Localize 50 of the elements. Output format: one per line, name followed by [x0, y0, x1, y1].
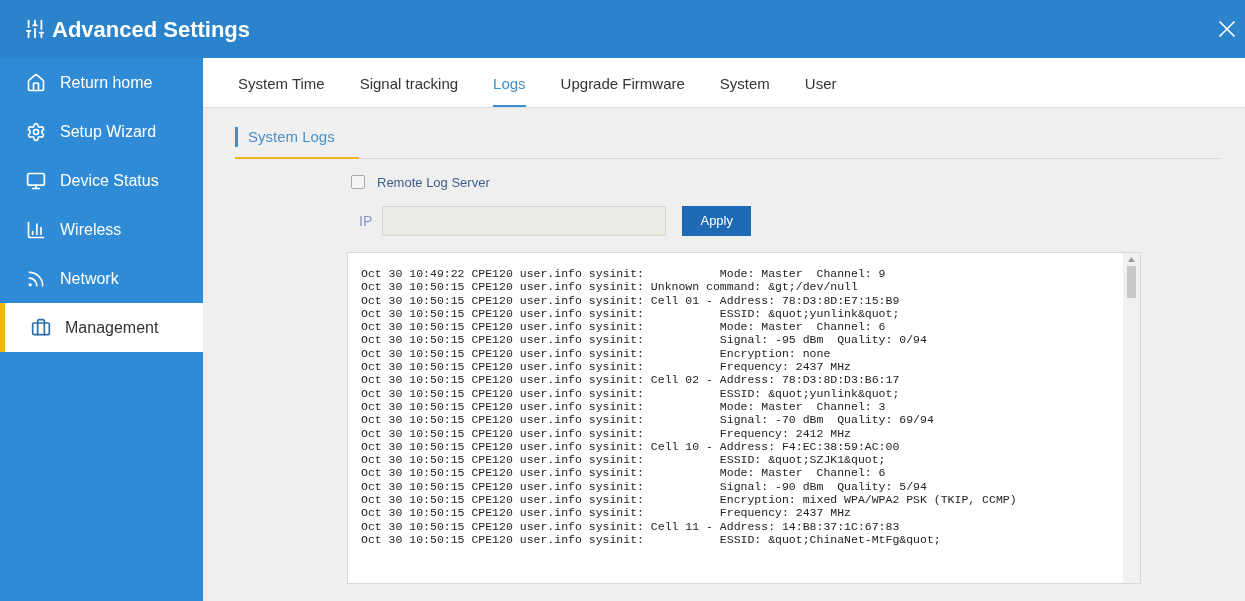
briefcase-icon — [31, 317, 51, 338]
log-line: Oct 30 10:50:15 CPE120 user.info sysinit: ESSID: &quot;yunlink&quot; — [361, 306, 900, 321]
log-line: Oct 30 10:50:15 CPE120 user.info sysinit: Encryption: none — [361, 346, 831, 361]
log-line: Oct 30 10:50:15 CPE120 user.info sysinit: Cell 01 - Address: 78:D3:8D:E7:15:B9 — [361, 293, 900, 307]
log-line: Oct 30 10:50:15 CPE120 user.info sysinit: Encryption: mixed WPA/WPA2 PSK (TKIP, CCMP) — [361, 493, 1017, 507]
log-box[interactable] — [347, 252, 1141, 584]
tab[interactable]: System Time — [238, 72, 325, 107]
monitor-icon — [26, 170, 46, 191]
tab[interactable]: Upgrade Firmware — [560, 72, 685, 107]
log-line: Oct 30 10:50:15 CPE120 user.info sysinit: Frequency: 2437 MHz — [361, 506, 851, 520]
log-line: Oct 30 10:50:15 CPE120 user.info sysinit: Mode: Master Channel: 6 — [361, 466, 886, 480]
signal-bars-icon — [26, 219, 46, 240]
log-line: Oct 30 10:50:15 CPE120 user.info sysinit: Cell 02 - Address: 78:D3:8D:D3:B6:17 — [361, 373, 900, 387]
log-line: Oct 30 10:50:15 CPE120 user.info sysinit: ESSID: &quot;yunlink&quot; — [361, 386, 900, 400]
sidebar-item[interactable]: Wireless — [0, 205, 203, 254]
scrollbar-thumb[interactable] — [1127, 266, 1136, 298]
sidebar-item[interactable]: Network — [0, 254, 203, 303]
log-line: Oct 30 10:50:15 CPE120 user.info sysinit: ESSID: &quot;ChinaNet-MtFg&quot; — [361, 532, 941, 547]
tab[interactable]: Logs — [493, 72, 526, 107]
house-icon — [26, 72, 46, 93]
gear-icon — [26, 121, 46, 142]
log-line: Oct 30 10:50:15 CPE120 user.info sysinit: Frequency: 2412 MHz — [361, 426, 851, 440]
window-title: Advanced Settings — [52, 15, 251, 44]
tab[interactable]: User — [804, 72, 837, 107]
log-line: Oct 30 10:50:15 CPE120 user.info sysinit: ESSID: &quot;SZJK1&quot; — [361, 453, 886, 467]
log-line: Oct 30 10:50:15 CPE120 user.info sysinit: Frequency: 2437 MHz — [361, 360, 851, 374]
section-title: System Logs — [248, 127, 335, 147]
sliders-icon — [24, 18, 46, 40]
sidebar-item[interactable]: Setup Wizard — [0, 107, 203, 156]
log-line: Oct 30 10:50:15 CPE120 user.info sysinit: Mode: Master Channel: 6 — [361, 320, 886, 334]
log-line: Oct 30 10:50:15 CPE120 user.info sysinit: Signal: -70 dBm Quality: 69/94 — [361, 413, 934, 427]
sidebar-item[interactable]: Management — [0, 303, 203, 352]
checkbox-label: Remote Log Server — [377, 173, 490, 192]
tab[interactable]: System — [719, 72, 770, 107]
ip-label: IP — [359, 211, 373, 231]
log-line: Oct 30 10:50:15 CPE120 user.info sysinit: Signal: -95 dBm Quality: 0/94 — [361, 333, 927, 347]
log-line: Oct 30 10:50:15 CPE120 user.info sysinit: Mode: Master Channel: 3 — [361, 399, 886, 414]
sidebar-item[interactable]: Device Status — [0, 156, 203, 205]
sidebar-item[interactable]: Return home — [0, 58, 203, 107]
log-line: Oct 30 10:50:15 CPE120 user.info sysinit: Cell 11 - Address: 14:B8:37:1C:67:83 — [361, 519, 900, 533]
log-line: Oct 30 10:50:15 CPE120 user.info sysinit: Unknown command: &gt;/dev/null — [361, 280, 858, 294]
log-line: Oct 30 10:50:15 CPE120 user.info sysinit: Signal: -90 dBm Quality: 5/94 — [361, 479, 927, 494]
checkbox[interactable] — [351, 175, 365, 190]
log-line: Oct 30 10:50:15 CPE120 user.info sysinit: Cell 10 - Address: F4:EC:38:59:AC:00 — [361, 439, 900, 454]
tab[interactable]: Signal tracking — [359, 72, 459, 107]
ip-input-field[interactable] — [382, 206, 667, 236]
scrollbar[interactable] — [1123, 253, 1140, 583]
scroll-up-arrow-icon[interactable] — [1128, 257, 1135, 262]
apply-button[interactable]: Apply — [682, 206, 752, 236]
log-line: Oct 30 10:49:22 CPE120 user.info sysinit: Mode: Master Channel: 9 — [361, 267, 886, 281]
